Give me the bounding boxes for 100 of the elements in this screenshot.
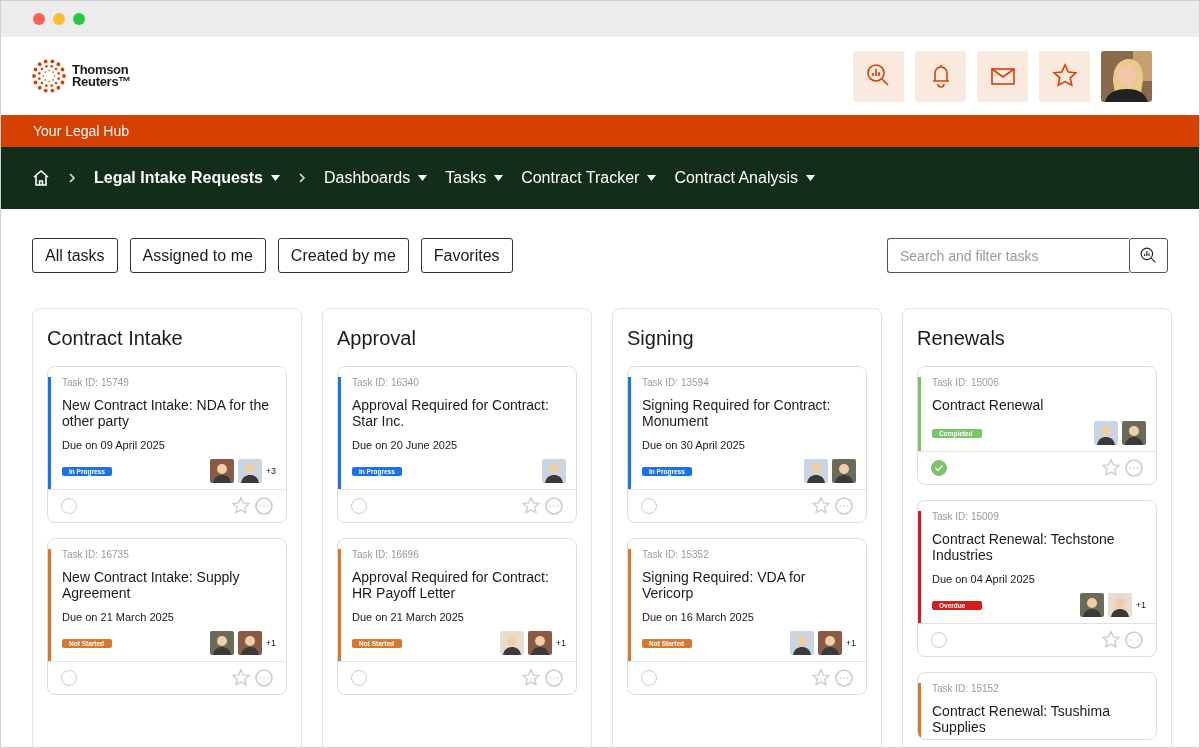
- more-icon[interactable]: [255, 497, 273, 515]
- checkmark-icon: [934, 463, 944, 473]
- logo-text: Thomson: [72, 64, 130, 76]
- column-title: Signing: [627, 327, 695, 350]
- due-date: Due on 20 June 2025: [352, 439, 459, 451]
- nav-menu[interactable]: Tasks: [445, 169, 504, 187]
- column-title: Contract Intake: [47, 327, 184, 350]
- more-icon[interactable]: [835, 669, 853, 687]
- avatar: [237, 631, 262, 655]
- star-icon[interactable]: [811, 668, 831, 688]
- caret-icon: [418, 175, 428, 181]
- more-icon[interactable]: [255, 669, 273, 687]
- task-id: Task ID: 16340: [352, 377, 420, 388]
- star-icon[interactable]: [521, 668, 541, 688]
- more-assignees: +1: [265, 638, 276, 648]
- due-date: Due on 04 April 2025: [932, 573, 1036, 585]
- more-icon[interactable]: [545, 669, 563, 687]
- avatar: [832, 459, 856, 483]
- more-assignees: +1: [845, 638, 856, 648]
- avatar: [817, 631, 842, 655]
- task-id: Task ID: 13594: [642, 377, 710, 388]
- avatar: [209, 631, 234, 655]
- task-title: Contract Renewal: Techstone Industries: [932, 531, 1116, 563]
- task-id: Task ID: 16696: [352, 549, 420, 560]
- star-icon[interactable]: [521, 496, 541, 516]
- close-button[interactable]: [33, 13, 45, 25]
- complete-checkbox[interactable]: [641, 670, 657, 686]
- complete-checkbox[interactable]: [931, 632, 947, 648]
- due-date: Due on 30 April 2025: [642, 439, 746, 451]
- due-date: Due on 16 March 2025: [642, 611, 755, 623]
- hub-title: Your Legal Hub: [1, 115, 1199, 147]
- complete-checkbox[interactable]: [931, 460, 947, 476]
- task-title: Contract Renewal: Tsushima Supplies: [932, 703, 1111, 735]
- complete-checkbox[interactable]: [61, 498, 77, 514]
- task-id: Task ID: 15352: [642, 549, 710, 560]
- due-date: Due on 21 March 2025: [352, 611, 465, 623]
- star-icon[interactable]: [811, 496, 831, 516]
- caret-icon: [647, 175, 657, 181]
- caret-icon: [806, 175, 815, 181]
- task-title: New Contract Intake: NDA for the other party: [62, 397, 270, 429]
- mail-button[interactable]: [977, 50, 1028, 102]
- due-date: Due on 21 March 2025: [62, 611, 175, 623]
- avatar: [804, 459, 828, 483]
- user-avatar[interactable]: [1101, 50, 1152, 102]
- search-field[interactable]: Search and filter tasks: [887, 238, 1129, 273]
- task-title: Signing Required: VDA for Vericorp: [642, 569, 807, 601]
- more-assignees: +1: [555, 638, 566, 648]
- column-title: Renewals: [917, 327, 1006, 350]
- complete-checkbox[interactable]: [61, 670, 77, 686]
- bell-button[interactable]: [915, 50, 966, 102]
- column-title: Approval: [337, 327, 417, 350]
- star-button[interactable]: [1039, 50, 1090, 102]
- task-id: Task ID: 15006: [932, 377, 1000, 388]
- avatar: [237, 459, 262, 483]
- logo-text: Reuters™: [72, 76, 131, 88]
- due-date: Due on 09 April 2025: [62, 439, 166, 451]
- avatar: [209, 459, 234, 483]
- nav-menu[interactable]: Legal Intake Requests: [94, 169, 280, 187]
- task-title: Signing Required for Contract: Monument: [642, 397, 832, 429]
- more-assignees: +3: [265, 466, 276, 476]
- task-title: Contract Renewal: [932, 397, 1045, 413]
- more-icon[interactable]: [1125, 459, 1143, 477]
- filter-button[interactable]: Assigned to me: [129, 238, 266, 273]
- task-title: Approval Required for Contract: Star Inc.: [352, 397, 550, 429]
- complete-checkbox[interactable]: [351, 498, 367, 514]
- avatar: [542, 459, 566, 483]
- avatar: [1079, 593, 1104, 617]
- analytics-search-button[interactable]: [853, 50, 904, 102]
- avatar: [527, 631, 552, 655]
- more-icon[interactable]: [545, 497, 563, 515]
- star-icon[interactable]: [1101, 630, 1121, 650]
- more-icon[interactable]: [835, 497, 853, 515]
- nav-menu[interactable]: Contract Tracker: [521, 169, 657, 187]
- search-button[interactable]: [1129, 238, 1168, 273]
- maximize-button[interactable]: [73, 13, 85, 25]
- more-assignees: +1: [1135, 600, 1146, 610]
- nav-menu[interactable]: Contract Analysis: [674, 169, 815, 187]
- task-id: Task ID: 15749: [62, 377, 130, 388]
- task-title: New Contract Intake: Supply Agreement: [62, 569, 241, 601]
- avatar: [1122, 421, 1146, 445]
- complete-checkbox[interactable]: [641, 498, 657, 514]
- star-icon[interactable]: [231, 496, 251, 516]
- avatar: [1107, 593, 1132, 617]
- dotted-ring-logo-icon: [32, 59, 66, 93]
- star-icon[interactable]: [231, 668, 251, 688]
- caret-icon: [494, 175, 504, 181]
- task-card[interactable]: Task ID: 15152 Contract Renewal: Tsushima Supplies: [917, 672, 1157, 740]
- star-icon: [1050, 62, 1079, 90]
- more-icon[interactable]: [1125, 631, 1143, 649]
- caret-icon: [270, 175, 280, 181]
- complete-checkbox[interactable]: [351, 670, 367, 686]
- filter-button[interactable]: Created by me: [277, 238, 409, 273]
- filter-button[interactable]: Favorites: [420, 238, 513, 273]
- home-icon[interactable]: [32, 169, 50, 187]
- task-id: Task ID: 15152: [932, 683, 1000, 694]
- filter-button[interactable]: All tasks: [32, 238, 118, 273]
- minimize-button[interactable]: [53, 13, 65, 25]
- star-icon[interactable]: [1101, 458, 1121, 478]
- nav-menu[interactable]: Dashboards: [323, 169, 428, 187]
- avatar: [789, 631, 814, 655]
